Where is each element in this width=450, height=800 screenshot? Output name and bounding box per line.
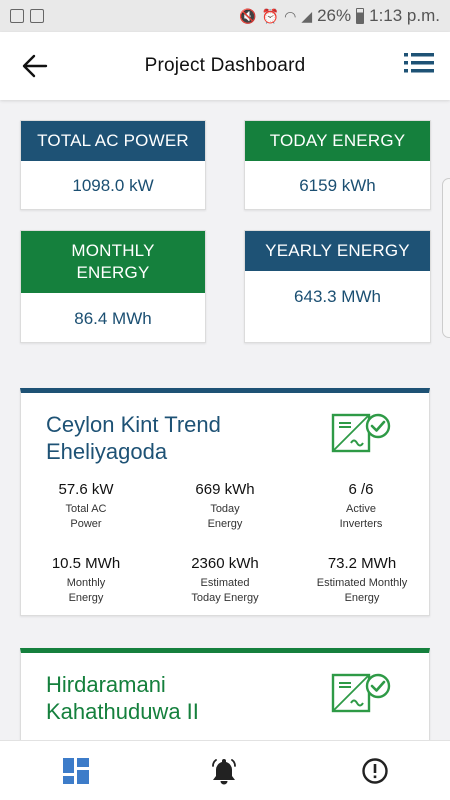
calendar-notification-icon — [30, 9, 44, 23]
list-menu-icon — [404, 53, 434, 73]
today-energy-value: 6159 kWh — [299, 176, 376, 195]
metric-label: Total AC Power — [65, 503, 107, 530]
today-energy-label: TODAY ENERGY — [245, 121, 430, 161]
metric-label: Monthly Energy — [66, 577, 106, 604]
metric-estimated-monthly-energy: 73.2 MWh Estimated Monthly Energy — [298, 555, 426, 606]
wifi-icon: ◠ — [284, 8, 297, 24]
battery-percent: 26% — [317, 6, 352, 25]
metric-label: Estimated Monthly Energy — [316, 577, 408, 604]
menu-button[interactable] — [404, 52, 434, 74]
yearly-energy-label: YEARLY ENERGY — [245, 231, 430, 271]
yearly-energy-value: 643.3 MWh — [294, 287, 381, 306]
metric-active-inverters: 6 /6 Active Inverters — [301, 481, 421, 532]
metric-monthly-energy: 10.5 MWh Monthly Energy — [26, 555, 146, 606]
metric-label: Active Inverters — [339, 503, 383, 530]
metric-today-energy: 669 kWh Today Energy — [165, 481, 285, 532]
site-card[interactable]: Ceylon Kint Trend Eheliyagoda 57.6 kW To… — [20, 388, 430, 616]
metric-value: 10.5 MWh — [51, 555, 121, 572]
back-button[interactable] — [20, 52, 50, 80]
nav-dashboard-button[interactable] — [62, 757, 90, 785]
monthly-energy-value: 86.4 MWh — [74, 308, 152, 328]
nav-alerts-button[interactable] — [210, 757, 238, 785]
yearly-energy-card[interactable]: YEARLY ENERGY 643.3 MWh — [244, 230, 431, 343]
metric-value: 2360 kWh — [191, 555, 259, 572]
site-name: Ceylon Kint Trend Eheliyagoda — [46, 412, 221, 464]
today-energy-card[interactable]: TODAY ENERGY 6159 kWh — [244, 120, 431, 210]
metric-value: 6 /6 — [348, 481, 374, 498]
metric-value: 73.2 MWh — [327, 555, 397, 572]
metric-value: 57.6 kW — [58, 481, 114, 498]
metric-label: Estimated Today Energy — [191, 577, 259, 604]
site-name: Hirdaramani Kahathuduwa II — [46, 672, 199, 724]
signal-icon: ◢ — [301, 8, 313, 24]
arrow-left-icon — [22, 54, 48, 78]
dashboard-content[interactable]: TOTAL AC POWER 1098.0 kW TODAY ENERGY 61… — [0, 100, 450, 740]
status-bar: 🔇 ⏰ ◠ ◢ 26% 1:13 p.m. — [0, 0, 450, 32]
edge-panel-handle[interactable] — [442, 178, 450, 338]
metric-total-ac-power: 57.6 kW Total AC Power — [26, 481, 146, 532]
bell-icon — [212, 759, 236, 785]
alarm-icon: ⏰ — [261, 8, 280, 24]
inverter-ok-icon — [331, 673, 391, 713]
clock: 1:13 p.m. — [369, 6, 440, 25]
site-card[interactable]: Hirdaramani Kahathuduwa II — [20, 648, 430, 740]
gallery-notification-icon — [10, 9, 24, 23]
inverter-ok-icon — [331, 413, 391, 453]
total-ac-power-card[interactable]: TOTAL AC POWER 1098.0 kW — [20, 120, 206, 210]
nav-info-button[interactable] — [361, 757, 389, 785]
monthly-energy-label: MONTHLY ENERGY — [21, 231, 205, 293]
metric-label: Today Energy — [207, 503, 243, 530]
app-bar: Project Dashboard — [0, 32, 450, 100]
bottom-navigation — [0, 740, 450, 800]
total-ac-power-label: TOTAL AC POWER — [21, 121, 205, 161]
dashboard-grid-icon — [63, 758, 89, 784]
monthly-energy-card[interactable]: MONTHLY ENERGY 86.4 MWh — [20, 230, 206, 343]
alert-circle-icon — [362, 758, 388, 784]
page-title: Project Dashboard — [144, 55, 306, 76]
mute-icon: 🔇 — [239, 8, 257, 24]
total-ac-power-value: 1098.0 kW — [72, 176, 154, 195]
metric-estimated-today-energy: 2360 kWh Estimated Today Energy — [165, 555, 285, 606]
battery-icon — [356, 8, 365, 24]
metric-value: 669 kWh — [195, 481, 255, 498]
